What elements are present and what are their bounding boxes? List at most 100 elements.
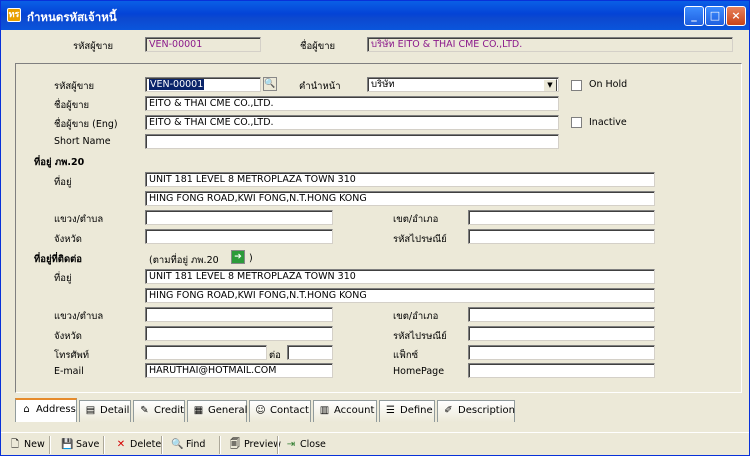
find-label: Find — [186, 439, 206, 450]
pp20-section-title: ที่อยู่ ภพ.20 — [34, 157, 85, 168]
preview-icon: 🗐 — [230, 439, 240, 450]
pp20-subdistrict-input[interactable] — [145, 210, 333, 225]
homepage-input[interactable] — [468, 363, 655, 378]
tab-description[interactable]: ✐ Description — [437, 400, 515, 422]
new-button[interactable]: 🗋 New — [7, 437, 45, 453]
tab-general-label: General — [208, 405, 248, 416]
vendor-code-value: VEN-00001 — [149, 79, 205, 90]
chevron-down-icon[interactable]: ▼ — [543, 79, 557, 91]
contact-postcode-label: รหัสไปรษณีย์ — [393, 331, 447, 342]
contact-subdistrict-input[interactable] — [145, 307, 333, 322]
maximize-button[interactable]: □ — [705, 6, 725, 26]
find-icon: 🔍 — [171, 439, 184, 450]
header-vendor-name-field: บริษัท EITO & THAI CME CO.,LTD. — [367, 37, 733, 52]
tab-general[interactable]: ▦ General — [187, 400, 247, 422]
phone-label: โทรศัพท์ — [54, 350, 90, 361]
bottom-toolbar: 🗋 New 💾 Save ✕ Delete 🔍 Find 🗐 Preview ⇥ Close — [1, 432, 749, 456]
new-label: New — [24, 439, 45, 450]
toolbar-separator — [219, 436, 221, 454]
pp20-district-label: เขต/อำเภอ — [393, 214, 439, 225]
general-icon: ▦ — [193, 405, 204, 416]
vendor-name-eng-label: ชื่อผู้ขาย (Eng) — [54, 119, 118, 130]
vendor-lookup-icon[interactable]: 🔍 — [263, 77, 277, 91]
save-button[interactable]: 💾 Save — [59, 437, 99, 453]
phone-input[interactable] — [145, 345, 267, 360]
tab-credit-label: Credit — [154, 405, 185, 416]
vendor-code-label: รหัสผู้ขาย — [54, 81, 95, 92]
close-window-button[interactable]: × — [726, 6, 746, 26]
new-file-icon: 🗋 — [10, 439, 20, 450]
inactive-checkbox[interactable] — [571, 117, 582, 128]
contact-section-title: ที่อยู่ที่ติดต่อ — [34, 254, 83, 265]
pp20-address-line1-input[interactable]: UNIT 181 LEVEL 8 METROPLAZA TOWN 310 — [145, 172, 655, 187]
contact-address-line1-input[interactable]: UNIT 181 LEVEL 8 METROPLAZA TOWN 310 — [145, 269, 655, 284]
minimize-button[interactable]: _ — [684, 6, 704, 26]
contact-postcode-input[interactable] — [468, 326, 655, 341]
app-icon: ทร — [7, 8, 21, 22]
pp20-district-input[interactable] — [468, 210, 655, 225]
pp20-address-line2-input[interactable]: HING FONG ROAD,KWI FONG,N.T.HONG KONG — [145, 191, 655, 206]
pp20-postcode-label: รหัสไปรษณีย์ — [393, 234, 447, 245]
toolbar-separator — [277, 436, 279, 454]
vendor-code-input[interactable]: VEN-00001 — [145, 77, 261, 92]
contact-icon: ☺ — [255, 405, 266, 416]
home-icon: ⌂ — [23, 404, 30, 415]
tab-account-label: Account — [334, 405, 375, 416]
delete-icon: ✕ — [116, 439, 126, 450]
detail-icon: ▤ — [85, 405, 96, 416]
email-label: E-mail — [54, 366, 84, 377]
preview-label: Preview — [244, 439, 281, 450]
prefix-value: บริษัท — [371, 79, 395, 90]
tab-account[interactable]: ▥ Account — [313, 400, 377, 422]
toolbar-separator — [49, 436, 51, 454]
tab-credit[interactable]: ✎ Credit — [133, 400, 185, 422]
toolbar-separator — [103, 436, 105, 454]
contact-province-label: จังหวัด — [54, 331, 82, 342]
pp20-province-label: จังหวัด — [54, 234, 82, 245]
fax-input[interactable] — [468, 345, 655, 360]
vendor-name-input[interactable]: EITO & THAI CME CO.,LTD. — [145, 96, 559, 111]
copy-from-pp20-hint: (ตามที่อยู่ ภพ.20 — [149, 255, 219, 266]
account-icon: ▥ — [319, 405, 330, 416]
fax-label: แฟ็กซ์ — [393, 350, 419, 361]
copy-address-icon[interactable]: ➔ — [231, 250, 245, 264]
define-icon: ☰ — [386, 405, 395, 416]
onhold-checkbox[interactable] — [571, 80, 582, 91]
delete-button[interactable]: ✕ Delete — [113, 437, 161, 453]
tab-detail[interactable]: ▤ Detail — [79, 400, 131, 422]
contact-address-label: ที่อยู่ — [54, 273, 72, 284]
ext-label: ต่อ — [269, 350, 281, 361]
tab-contact[interactable]: ☺ Contact — [249, 400, 311, 422]
tab-description-label: Description — [458, 405, 515, 416]
credit-icon: ✎ — [140, 405, 149, 416]
tab-address[interactable]: ⌂ Address — [15, 398, 77, 422]
pp20-province-input[interactable] — [145, 229, 333, 244]
tab-define[interactable]: ☰ Define — [379, 400, 435, 422]
contact-province-input[interactable] — [145, 326, 333, 341]
save-label: Save — [76, 439, 100, 450]
email-input[interactable]: HARUTHAI@HOTMAIL.COM — [145, 363, 333, 378]
save-icon: 💾 — [61, 439, 74, 450]
main-window: ทร กำหนดรหัสเจ้าหนี้ _ □ × รหัสผู้ขาย VE… — [0, 0, 750, 456]
homepage-label: HomePage — [393, 366, 445, 377]
header-vendor-code-field: VEN-00001 — [145, 37, 261, 52]
title-bar[interactable]: ทร กำหนดรหัสเจ้าหนี้ _ □ × — [1, 1, 749, 30]
find-button[interactable]: 🔍 Find — [169, 437, 205, 453]
description-icon: ✐ — [444, 405, 453, 416]
ext-input[interactable] — [287, 345, 333, 360]
window-title: กำหนดรหัสเจ้าหนี้ — [27, 10, 117, 24]
contact-district-input[interactable] — [468, 307, 655, 322]
short-name-label: Short Name — [54, 136, 111, 147]
delete-label: Delete — [130, 439, 162, 450]
vendor-name-eng-input[interactable]: EITO & THAI CME CO.,LTD. — [145, 115, 559, 130]
inactive-label: Inactive — [589, 117, 627, 128]
pp20-postcode-input[interactable] — [468, 229, 655, 244]
close-button[interactable]: ⇥ Close — [283, 437, 326, 453]
preview-button[interactable]: 🗐 Preview — [227, 437, 281, 453]
header-vendor-code-label: รหัสผู้ขาย — [73, 41, 114, 52]
short-name-input[interactable] — [145, 134, 559, 149]
contact-district-label: เขต/อำเภอ — [393, 311, 439, 322]
prefix-select[interactable]: บริษัท ▼ — [367, 77, 559, 92]
pp20-subdistrict-label: แขวง/ตำบล — [54, 214, 104, 225]
contact-address-line2-input[interactable]: HING FONG ROAD,KWI FONG,N.T.HONG KONG — [145, 288, 655, 303]
